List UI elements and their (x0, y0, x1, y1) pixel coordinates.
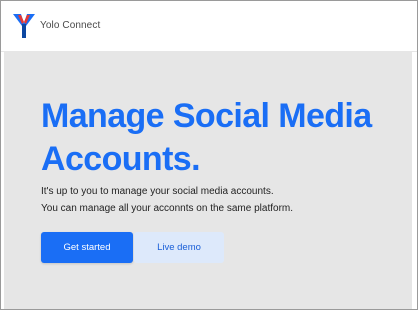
get-started-button[interactable]: Get started (41, 232, 133, 263)
page-frame: Yolo Connect Manage Social Media Account… (0, 0, 418, 310)
navbar: Yolo Connect (1, 1, 417, 52)
hero-description: It's up to you to manage your social med… (41, 183, 401, 217)
hero-description-line-2: You can manage all your acconnts on the … (41, 203, 294, 214)
hero-description-line-1: It's up to you to manage your social med… (41, 186, 274, 197)
hero-title-line-1: Manage Social Media (41, 97, 372, 135)
hero-title-line-2: Accounts. (41, 140, 201, 178)
live-demo-button[interactable]: Live demo (134, 232, 224, 263)
hero-section: Manage Social Media Accounts. It's up to… (4, 52, 412, 309)
brand-name[interactable]: Yolo Connect (40, 20, 100, 31)
hero-title: Manage Social Media Accounts. (41, 95, 401, 181)
yolo-logo-icon[interactable] (13, 14, 35, 38)
